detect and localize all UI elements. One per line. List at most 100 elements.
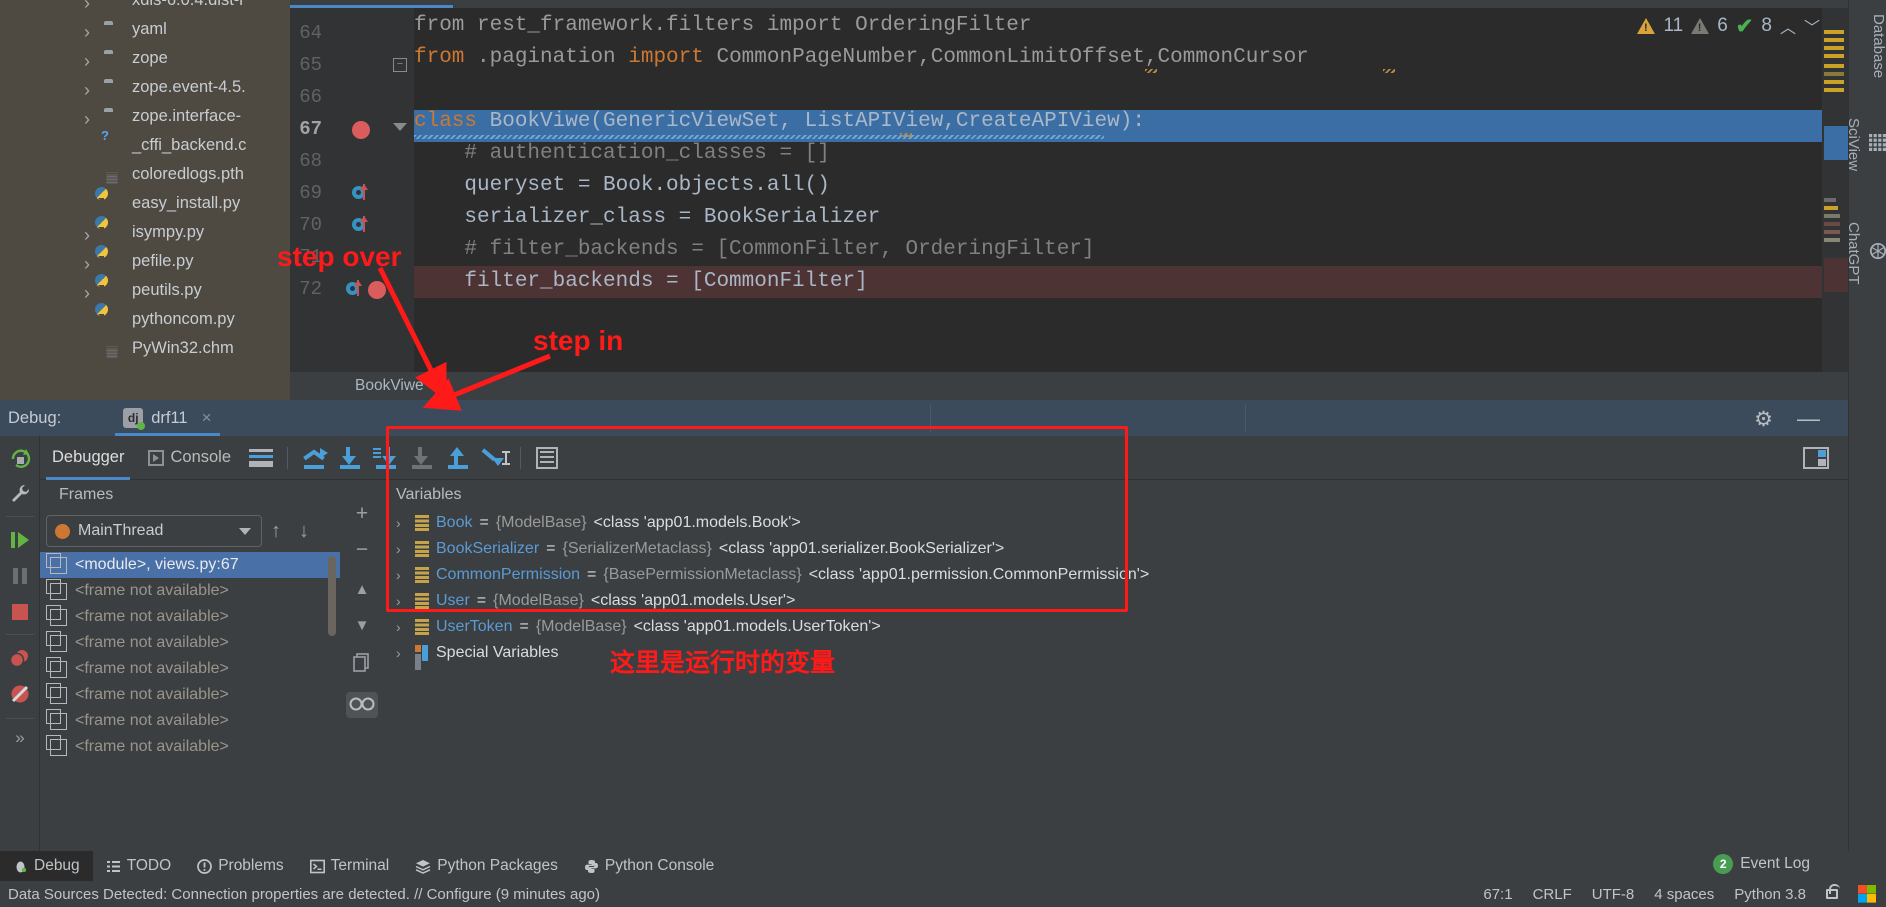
copy-value-icon[interactable] — [350, 652, 374, 676]
bottom-tool-window-bar[interactable]: Debug TODO Problems Terminal Python Packages… — [0, 851, 1886, 881]
debug-side-toolbar[interactable]: » — [0, 436, 40, 851]
caret-position[interactable]: 67:1 — [1483, 886, 1512, 903]
chevron-right-icon[interactable]: › — [80, 22, 94, 43]
frame-item[interactable]: <frame not available> — [40, 708, 340, 734]
tree-item[interactable]: › zope.interface- — [0, 105, 290, 134]
indent-setting[interactable]: 4 spaces — [1654, 886, 1714, 903]
inspection-summary[interactable]: 11 6 ✔ 8 ︿ ﹀ — [1637, 10, 1820, 42]
tree-item[interactable]: › xdis-6.0.4.dist-i — [0, 0, 290, 18]
tree-item[interactable]: › peutils.py — [0, 274, 290, 308]
frames-list[interactable]: <module>, views.py:67 <frame not availabl… — [40, 552, 340, 760]
layout-settings-icon[interactable] — [243, 436, 279, 480]
frame-item[interactable]: <frame not available> — [40, 656, 340, 682]
frames-panel[interactable]: Frames MainThread ↑ ↓ <module>, views.py… — [40, 480, 340, 851]
code-line[interactable]: queryset = Book.objects.all() — [414, 170, 829, 202]
thread-dropdown[interactable]: MainThread — [46, 515, 262, 547]
code-line[interactable]: from rest_framework.filters import Order… — [414, 10, 1032, 42]
code-line[interactable]: # filter_backends = [CommonFilter, Order… — [414, 234, 1094, 266]
tree-item[interactable]: PyWin32.chm — [0, 337, 290, 366]
frames-scrollbar[interactable] — [328, 556, 336, 636]
tree-item[interactable]: coloredlogs.pth — [0, 163, 290, 192]
chevron-right-icon[interactable]: › — [396, 645, 408, 661]
next-problem-icon[interactable]: ﹀ — [1804, 14, 1820, 38]
tool-window-button-todo[interactable]: TODO — [93, 851, 185, 881]
frame-item[interactable]: <frame not available> — [40, 734, 340, 760]
move-up-icon[interactable]: ▲ — [350, 578, 374, 602]
override-marker-icon[interactable] — [352, 216, 372, 236]
frame-item[interactable]: <frame not available> — [40, 682, 340, 708]
event-log-button[interactable]: 2 Event Log — [1713, 854, 1810, 874]
view-breakpoints-icon[interactable] — [8, 646, 32, 670]
override-marker-icon[interactable] — [346, 280, 366, 300]
code-line[interactable]: class BookViwe(GenericViewSet, ListAPIVi… — [414, 106, 1145, 138]
tree-item[interactable]: › zope.event-4.5. — [0, 76, 290, 105]
settings-layout-icon[interactable] — [1798, 436, 1834, 480]
code-line[interactable]: # authentication_classes = [] — [414, 138, 829, 170]
right-tool-sidebar[interactable]: Database SciView ChatGPT — [1845, 0, 1886, 851]
debug-session-tab[interactable]: dj drf11 × — [115, 400, 220, 436]
frame-item[interactable]: <frame not available> — [40, 604, 340, 630]
breakpoint-icon[interactable] — [352, 121, 370, 139]
add-watch-icon[interactable]: + — [350, 502, 374, 526]
tool-window-button-python-packages[interactable]: Python Packages — [402, 851, 571, 881]
tree-item[interactable]: › pefile.py — [0, 245, 290, 279]
chevron-right-icon[interactable]: › — [80, 80, 94, 101]
editor-gutter[interactable]: 64 65 − 66 67 68 69 70 71 72 — [290, 8, 414, 400]
step-over-icon[interactable] — [332, 436, 368, 480]
fold-icon[interactable]: − — [393, 58, 407, 72]
move-down-icon[interactable]: ▼ — [350, 614, 374, 638]
code-line[interactable]: serializer_class = BookSerializer — [414, 202, 880, 234]
chevron-right-icon[interactable]: › — [80, 283, 94, 304]
tree-item[interactable]: › isympy.py — [0, 216, 290, 250]
chevron-right-icon[interactable]: › — [80, 109, 94, 130]
next-frame-icon[interactable]: ↓ — [290, 520, 318, 543]
gear-icon[interactable]: ⚙ — [1754, 407, 1773, 432]
variables-side-buttons[interactable]: + − ▲ ▼ — [340, 480, 384, 851]
mute-breakpoints-icon[interactable] — [8, 682, 32, 706]
previous-problem-icon[interactable]: ︿ — [1780, 14, 1796, 38]
stop-program-icon[interactable] — [8, 600, 32, 624]
tool-window-button-python-console[interactable]: Python Console — [571, 851, 727, 881]
code-line[interactable]: filter_backends = [CommonFilter] — [414, 266, 867, 298]
variable-row[interactable]: › Special Variables — [384, 640, 1848, 666]
resume-program-icon[interactable] — [8, 528, 32, 552]
tree-item[interactable]: pythoncom.py — [0, 303, 290, 337]
status-bar[interactable]: Data Sources Detected: Connection proper… — [0, 881, 1886, 907]
tab-debugger[interactable]: Debugger — [40, 436, 136, 480]
chevron-right-icon[interactable]: › — [80, 254, 94, 275]
tool-window-button-debug[interactable]: Debug — [0, 851, 93, 881]
fold-icon[interactable] — [393, 121, 407, 135]
chevron-right-icon[interactable]: › — [80, 51, 94, 72]
inspect-icon[interactable] — [346, 692, 378, 718]
close-icon[interactable]: × — [202, 408, 212, 428]
remove-watch-icon[interactable]: − — [350, 538, 374, 562]
wrench-icon[interactable] — [8, 482, 32, 506]
marker-bar[interactable] — [1822, 8, 1864, 400]
chevron-right-icon[interactable]: › — [80, 225, 94, 246]
code-line[interactable]: from .pagination import CommonPageNumber… — [414, 42, 1309, 74]
status-bar-right[interactable]: 67:1 CRLF UTF-8 4 spaces Python 3.8 — [1483, 884, 1876, 903]
frame-item[interactable]: <module>, views.py:67 — [40, 552, 340, 578]
breakpoint-icon[interactable] — [368, 281, 386, 299]
lock-icon[interactable] — [1826, 884, 1840, 899]
thread-selector-row[interactable]: MainThread ↑ ↓ — [40, 510, 340, 552]
tree-item[interactable]: ? _cffi_backend.c — [0, 128, 290, 163]
prev-frame-icon[interactable]: ↑ — [262, 520, 290, 543]
override-marker-icon[interactable] — [352, 184, 372, 204]
breadcrumb[interactable]: BookViwe — [290, 372, 1886, 400]
rerun-icon[interactable] — [8, 446, 32, 470]
tree-item[interactable]: › zope — [0, 47, 290, 76]
python-interpreter[interactable]: Python 3.8 — [1734, 886, 1806, 903]
line-separator[interactable]: CRLF — [1533, 886, 1572, 903]
tree-item[interactable]: easy_install.py — [0, 187, 290, 221]
expand-more-icon[interactable]: » — [8, 728, 32, 752]
chevron-right-icon[interactable]: › — [396, 619, 408, 635]
frame-item[interactable]: <frame not available> — [40, 578, 340, 604]
minimize-icon[interactable]: — — [1797, 405, 1820, 432]
tab-console[interactable]: Console — [136, 436, 243, 480]
chevron-right-icon[interactable]: › — [80, 0, 94, 14]
right-sidebar-item-chatgpt[interactable]: ChatGPT — [1845, 222, 1886, 285]
tool-window-button-problems[interactable]: Problems — [184, 851, 296, 881]
show-execution-point-icon[interactable] — [296, 436, 332, 480]
frame-item[interactable]: <frame not available> — [40, 630, 340, 656]
